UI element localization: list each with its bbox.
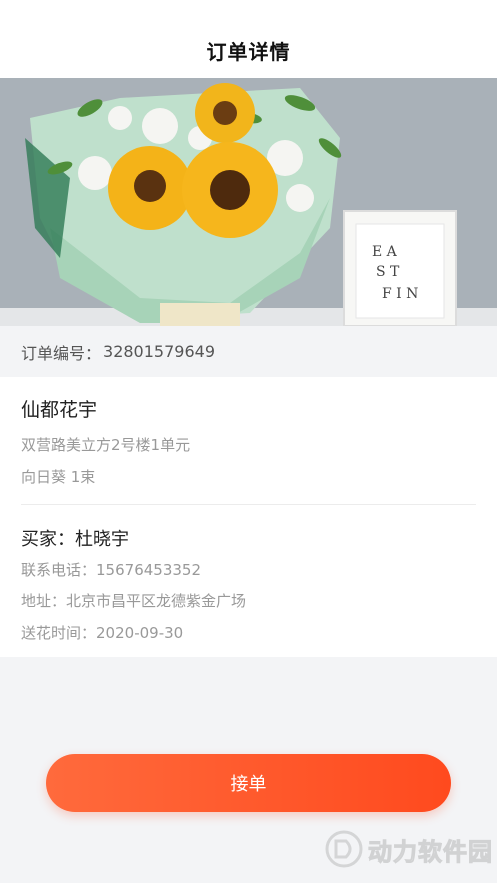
buyer-name: 杜晓宇 xyxy=(75,529,129,550)
accept-order-button[interactable]: 接单 xyxy=(46,754,451,812)
product-description: 向日葵 1束 xyxy=(21,468,96,486)
picture-frame: E A S T F I N xyxy=(343,210,457,326)
svg-text:F I N: F I N xyxy=(382,286,418,302)
watermark-logo-icon xyxy=(325,830,363,868)
phone-value[interactable]: 15676453352 xyxy=(96,561,201,579)
buyer-label: 买家： xyxy=(21,529,75,550)
page-title: 订单详情 xyxy=(206,39,291,64)
order-number-value: 32801579649 xyxy=(103,342,215,361)
watermark: 动力软件园 xyxy=(324,829,493,869)
delivery-time-row: 送花时间：2020-09-30 xyxy=(21,622,183,643)
product-image: E A S T F I N xyxy=(0,78,497,326)
sunflower-3 xyxy=(182,142,278,238)
phone-label: 联系电话： xyxy=(21,561,97,579)
phone-row: 联系电话：15676453352 xyxy=(21,559,201,580)
watermark-text: 动力软件园 xyxy=(368,837,493,866)
order-number-row: 订单编号： 32801579649 xyxy=(0,326,497,377)
address-label: 地址： xyxy=(21,592,67,610)
navigation-bar: 订单详情 xyxy=(0,0,497,78)
address-value: 北京市昌平区龙德紫金广场 xyxy=(66,592,247,610)
sunflower-1 xyxy=(195,83,255,143)
delivery-time-label: 送花时间： xyxy=(21,624,97,642)
divider xyxy=(21,504,476,505)
svg-text:E A: E A xyxy=(372,244,398,260)
address-row: 地址：北京市昌平区龙德紫金广场 xyxy=(21,590,246,611)
svg-text:S T: S T xyxy=(376,264,400,280)
sunflower-2 xyxy=(108,146,192,230)
order-detail-card: 仙都花宇 双营路美立方2号楼1单元 向日葵 1束 买家：杜晓宇 联系电话：156… xyxy=(0,377,497,657)
bouquet-illustration: E A S T F I N xyxy=(0,78,497,326)
order-number-label: 订单编号： xyxy=(21,343,102,363)
shop-address: 双营路美立方2号楼1单元 xyxy=(21,436,191,454)
buyer-row: 买家：杜晓宇 xyxy=(21,525,129,551)
delivery-time-value: 2020-09-30 xyxy=(96,624,184,642)
shop-name: 仙都花宇 xyxy=(21,399,98,421)
